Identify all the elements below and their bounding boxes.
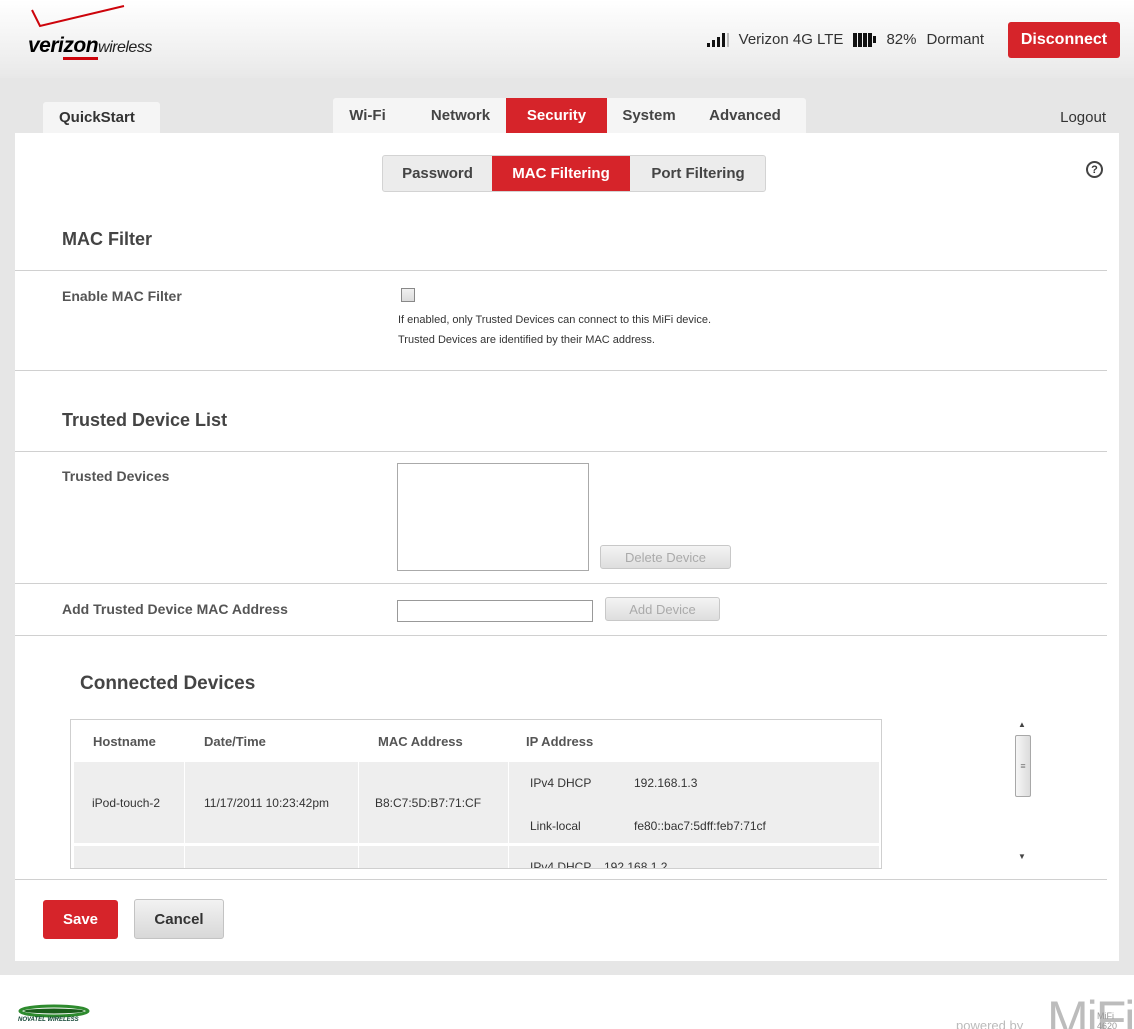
cell-ip-type: IPv4 DHCP <box>530 860 592 869</box>
novatel-wireless-logo: NOVATEL WIRELESS <box>18 1003 98 1027</box>
cell-ip-type: Link-local <box>530 819 581 833</box>
table-scrollbar[interactable]: ▲ ≡ ▼ <box>1014 716 1031 870</box>
network-name: Verizon 4G LTE <box>738 31 844 48</box>
trusted-devices-listbox[interactable] <box>397 463 589 571</box>
tab-advanced[interactable]: Advanced <box>695 98 795 133</box>
disconnect-button[interactable]: Disconnect <box>1008 22 1120 58</box>
table-row[interactable]: iPod-touch-2 11/17/2011 10:23:42pm B8:C7… <box>74 762 879 843</box>
subtab-password[interactable]: Password <box>383 156 492 191</box>
signal-bars-icon <box>706 32 729 47</box>
battery-level: 82% <box>886 31 917 48</box>
add-mac-address-label: Add Trusted Device MAC Address <box>62 601 288 617</box>
mac-filter-note-line2: Trusted Devices are identified by their … <box>398 334 655 346</box>
tab-wifi[interactable]: Wi-Fi <box>333 98 402 133</box>
delete-device-button[interactable]: Delete Device <box>600 545 731 569</box>
subtab-mac-filtering[interactable]: MAC Filtering <box>492 156 630 191</box>
logo-accent-text: zon <box>63 34 99 60</box>
divider <box>15 879 1107 880</box>
cell-hostname: iPod-touch-2 <box>92 796 161 810</box>
tab-quickstart[interactable]: QuickStart <box>43 102 160 133</box>
powered-by-text: powered by <box>956 1018 1024 1029</box>
enable-mac-filter-label: Enable MAC Filter <box>62 288 182 304</box>
scroll-down-arrow-icon[interactable]: ▼ <box>1018 852 1026 861</box>
column-header-datetime: Date/Time <box>204 734 266 749</box>
cell-ip-type: IPv4 DHCP <box>530 776 592 790</box>
scroll-thumb[interactable]: ≡ <box>1015 735 1031 797</box>
battery-icon <box>853 32 877 47</box>
trusted-devices-label: Trusted Devices <box>62 468 170 484</box>
table-row[interactable]: IPv4 DHCP 192.168.1.2 <box>74 846 879 869</box>
save-button[interactable]: Save <box>43 900 118 939</box>
sub-tabs: Password MAC Filtering Port Filtering <box>382 155 766 192</box>
connected-devices-title: Connected Devices <box>80 673 256 694</box>
column-header-ip: IP Address <box>526 734 594 749</box>
column-header-mac: MAC Address <box>378 734 463 749</box>
novatel-wireless-text: NOVATEL WIRELESS <box>18 1017 79 1023</box>
connection-state: Dormant <box>926 31 984 48</box>
status-bar: Verizon 4G LTE 82% Dormant <box>706 31 984 48</box>
tab-system[interactable]: System <box>607 98 691 133</box>
tab-security[interactable]: Security <box>506 98 607 133</box>
divider <box>15 270 1107 271</box>
cell-ip-value: 192.168.1.3 <box>634 776 698 790</box>
mac-filter-note: If enabled, only Trusted Devices can con… <box>398 310 711 350</box>
scroll-up-arrow-icon[interactable]: ▲ <box>1018 720 1026 729</box>
divider <box>15 451 1107 452</box>
cell-ip-value: 192.168.1.2 <box>604 860 668 869</box>
cell-datetime: 11/17/2011 10:23:42pm <box>204 796 329 810</box>
mac-filter-note-line1: If enabled, only Trusted Devices can con… <box>398 314 712 326</box>
trusted-device-list-title: Trusted Device List <box>62 410 228 430</box>
add-device-button[interactable]: Add Device <box>605 597 720 621</box>
column-header-hostname: Hostname <box>93 734 156 749</box>
enable-mac-filter-checkbox[interactable] <box>401 288 415 302</box>
cell-mac: B8:C7:5D:B7:71:CF <box>375 796 482 810</box>
verizon-wireless-logo: verizonwireless <box>28 4 188 64</box>
tab-network[interactable]: Network <box>413 98 508 133</box>
connected-devices-table: Hostname Date/Time MAC Address IP Addres… <box>70 719 882 869</box>
cell-ip-value: fe80::bac7:5dff:feb7:71cf <box>634 819 766 833</box>
cancel-button[interactable]: Cancel <box>134 899 224 939</box>
subtab-port-filtering[interactable]: Port Filtering <box>630 156 766 191</box>
mac-address-input[interactable] <box>397 600 593 622</box>
help-icon[interactable]: ? <box>1086 161 1103 178</box>
logo-sub-text: wireless <box>98 39 152 56</box>
logo-main-text: veri <box>28 34 64 57</box>
logout-link[interactable]: Logout <box>1060 109 1106 126</box>
mac-filter-title: MAC Filter <box>62 229 152 249</box>
divider <box>15 635 1107 636</box>
model-text: MiFi 4620 <box>1097 1011 1118 1029</box>
divider <box>15 583 1107 584</box>
divider <box>15 370 1107 371</box>
main-tabs: Wi-Fi Network Security System Advanced <box>333 98 806 133</box>
